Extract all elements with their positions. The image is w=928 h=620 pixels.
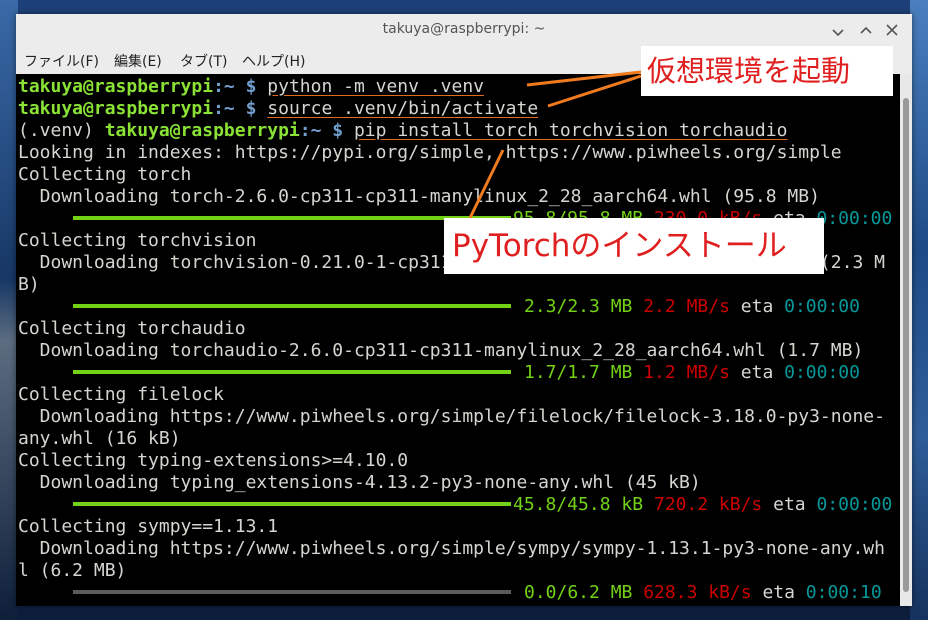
maximize-icon (860, 26, 872, 34)
maximize-button[interactable] (856, 20, 876, 40)
progress-stats: 0.0/6.2 MB 628.3 kB/s eta 0:00:10 (524, 582, 882, 603)
window-title: takuya@raspberrypi: ~ (382, 21, 546, 37)
desktop-background-right (910, 0, 928, 620)
progress-bar (73, 590, 511, 594)
title-bar[interactable]: takuya@raspberrypi: ~ (16, 14, 912, 47)
output-line: Collecting torchvision (18, 230, 257, 251)
menu-tabs[interactable]: タブ(T) (180, 51, 227, 71)
output-line: Collecting torch (18, 164, 192, 185)
menu-file[interactable]: ファイル(F) (24, 51, 99, 71)
progress-bar (73, 502, 511, 506)
prompt-line-3: (.venv) takuya@raspberrypi:~ $ pip insta… (18, 120, 788, 141)
progress-bar (73, 304, 511, 308)
terminal-window: takuya@raspberrypi: ~ ファイル(F) 編集(E) タブ(T… (16, 14, 912, 606)
minimize-icon (832, 29, 844, 37)
output-line: any.whl (16 kB) (18, 428, 181, 449)
menu-help[interactable]: ヘルプ(H) (242, 51, 305, 71)
command-venv: python -m venv .venv (267, 76, 485, 97)
close-button[interactable] (882, 20, 902, 40)
output-line: Collecting sympy==1.13.1 (18, 516, 279, 537)
menu-edit[interactable]: 編集(E) (114, 51, 162, 71)
callout-venv: 仮想環境を起動 (641, 46, 893, 96)
progress-stats: 2.3/2.3 MB 2.2 MB/s eta 0:00:00 (524, 296, 860, 317)
terminal-output[interactable]: takuya@raspberrypi:~ $ python -m venv .v… (16, 74, 900, 606)
command-activate: source .venv/bin/activate (267, 98, 539, 119)
scrollbar[interactable] (900, 74, 912, 606)
output-line: Collecting filelock (18, 384, 224, 405)
progress-stats: 45.8/45.8 kB 720.2 kB/s eta 0:00:00 (513, 494, 893, 515)
prompt-line-1: takuya@raspberrypi:~ $ python -m venv .v… (18, 76, 485, 97)
command-pip-install: pip install torch torchvision torchaudio (353, 120, 788, 141)
output-line: Downloading torch-2.6.0-cp311-cp311-many… (18, 186, 820, 207)
progress-bar (73, 370, 511, 374)
output-line: Downloading torchaudio-2.6.0-cp311-cp311… (18, 340, 864, 361)
prompt-line-2: takuya@raspberrypi:~ $ source .venv/bin/… (18, 98, 539, 119)
output-line: Collecting typing-extensions>=4.10.0 (18, 450, 409, 471)
output-line: Looking in indexes: https://pypi.org/sim… (18, 142, 842, 163)
output-line: Downloading https://www.piwheels.org/sim… (18, 538, 885, 559)
minimize-button[interactable] (828, 20, 848, 40)
output-line: B) (18, 274, 40, 295)
output-line: Downloading typing_extensions-4.13.2-py3… (18, 472, 701, 493)
output-line: Collecting torchaudio (18, 318, 246, 339)
close-icon (886, 24, 898, 36)
scroll-thumb[interactable] (903, 98, 909, 592)
callout-pytorch-install: PyTorchのインストール (444, 218, 824, 274)
progress-stats: 1.7/1.7 MB 1.2 MB/s eta 0:00:00 (524, 362, 860, 383)
output-line: l (6.2 MB) (18, 560, 127, 581)
output-line: Downloading https://www.piwheels.org/sim… (18, 406, 885, 427)
